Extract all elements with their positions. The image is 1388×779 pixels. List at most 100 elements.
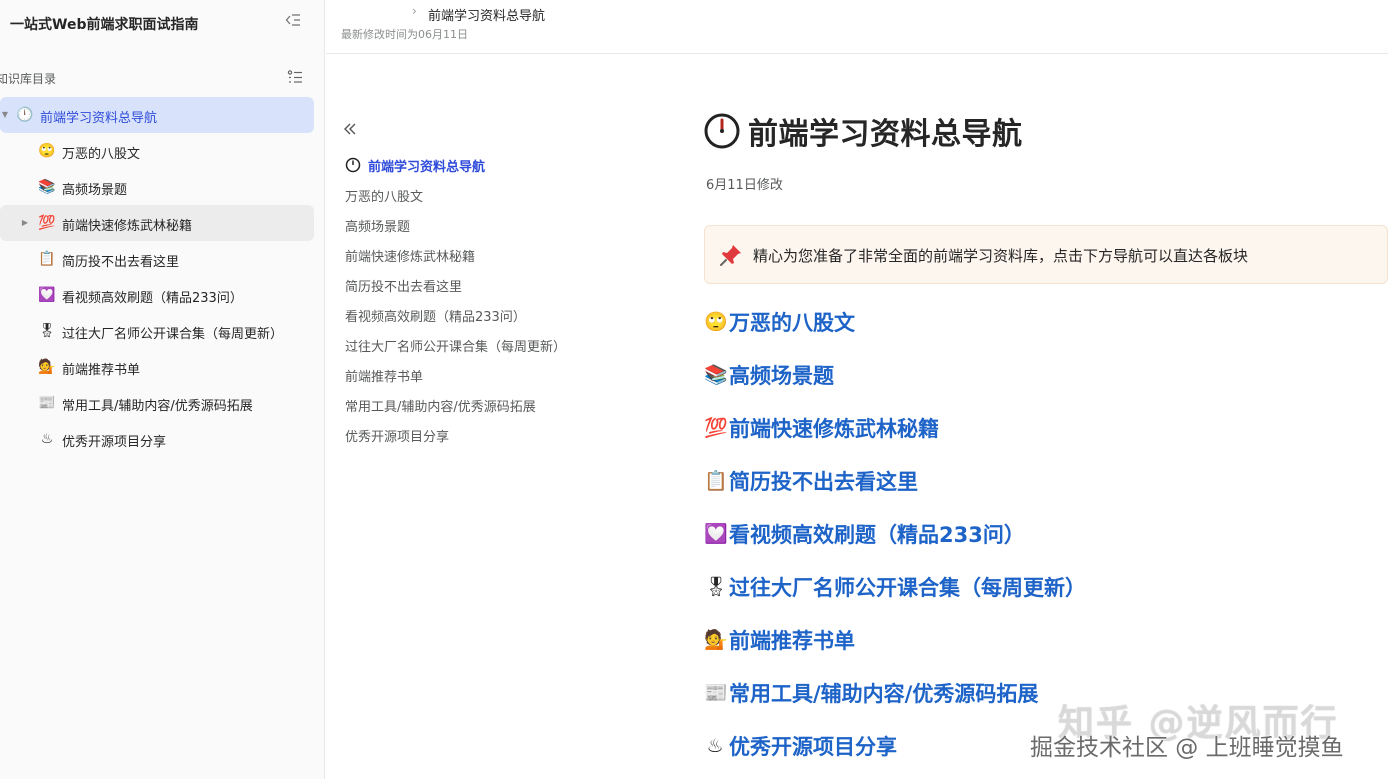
person-reading-icon: 💁	[38, 359, 56, 375]
section-link-label: 优秀开源项目分享	[729, 734, 897, 759]
caret-down-icon[interactable]: ▼	[0, 110, 10, 120]
section-link[interactable]: 📋 简历投不出去看这里	[704, 454, 1388, 507]
toc-item[interactable]: 万恶的八股文	[345, 180, 685, 210]
sidebar-item[interactable]: ▼ 🕛 前端学习资料总导航	[0, 97, 314, 133]
toc-item[interactable]: 看视频高效刷题（精品233问）	[345, 300, 685, 330]
sidebar-item-label: 高频场景题	[62, 183, 128, 198]
toc-item[interactable]: 优秀开源项目分享	[345, 420, 685, 450]
smirk-face-icon: 🙄	[704, 310, 728, 333]
section-link[interactable]: 📚 高频场景题	[704, 348, 1388, 401]
section-link[interactable]: 💁 前端推荐书单	[704, 613, 1388, 666]
sidebar-item[interactable]: 💟 看视频高效刷题（精品233问）	[0, 277, 314, 313]
clipboard-icon: 📋	[704, 469, 728, 492]
section-link[interactable]: 🎖 过往大厂名师公开课合集（每周更新）	[704, 560, 1388, 613]
catalog-label: 知识库目录	[0, 71, 57, 86]
newspaper-icon: 📰	[704, 681, 728, 704]
smirk-face-icon: 🙄	[38, 143, 56, 159]
clock-icon	[704, 113, 740, 149]
section-link[interactable]: 💯 前端快速修炼武林秘籍	[704, 401, 1388, 454]
collapse-sidebar-icon[interactable]	[283, 12, 303, 32]
sidebar-item-label: 前端学习资料总导航	[40, 111, 158, 126]
books-icon: 📚	[38, 179, 56, 195]
collapse-toc-icon[interactable]	[342, 120, 362, 140]
toc-item-label: 前端推荐书单	[345, 369, 424, 385]
sidebar-item[interactable]: 🙄 万恶的八股文	[0, 133, 314, 169]
clock-icon: 🕛	[16, 107, 34, 123]
sidebar-item[interactable]: 💁 前端推荐书单	[0, 349, 314, 385]
sidebar-item[interactable]: ♨ 优秀开源项目分享	[0, 421, 314, 457]
medal-icon: 🎖	[704, 575, 729, 598]
toc-item-label: 优秀开源项目分享	[345, 429, 450, 445]
toc-item[interactable]: 前端推荐书单	[345, 360, 685, 390]
toc-item[interactable]: 前端快速修炼武林秘籍	[345, 240, 685, 270]
toc-item-label: 高频场景题	[345, 219, 411, 235]
hot-springs-icon: ♨	[706, 734, 724, 757]
sidebar-item-label: 优秀开源项目分享	[62, 435, 167, 450]
section-link-label: 万恶的八股文	[729, 310, 855, 335]
toc-item-label: 万恶的八股文	[345, 189, 424, 205]
hot-springs-icon: ♨	[40, 431, 54, 447]
toc-item[interactable]: 过往大厂名师公开课合集（每周更新）	[345, 330, 685, 360]
toc-item[interactable]: 简历投不出去看这里	[345, 270, 685, 300]
books-icon: 📚	[704, 363, 728, 386]
section-link-label: 前端推荐书单	[729, 628, 855, 653]
sidebar-item-label: 简历投不出去看这里	[62, 255, 180, 270]
toc-item[interactable]: 常用工具/辅助内容/优秀源码拓展	[345, 390, 685, 420]
sidebar-item[interactable]: 🎖 过往大厂名师公开课合集（每周更新）	[0, 313, 314, 349]
clock-icon	[345, 157, 361, 173]
last-modified-text: 最新修改时间为06月11日	[341, 28, 468, 41]
document-title-text: 前端学习资料总导航	[748, 117, 1023, 152]
pushpin-icon	[720, 245, 741, 266]
doc-header: › 前端学习资料总导航 最新修改时间为06月11日	[326, 0, 1388, 54]
toc-item-label: 常用工具/辅助内容/优秀源码拓展	[345, 399, 536, 415]
section-link-label: 看视频高效刷题（精品233问）	[729, 522, 1025, 547]
clipboard-icon: 📋	[38, 251, 56, 267]
heart-box-icon: 💟	[38, 287, 56, 303]
sidebar-item-label: 常用工具/辅助内容/优秀源码拓展	[62, 399, 253, 414]
sidebar-item[interactable]: ▶ 💯 前端快速修炼武林秘籍	[0, 205, 314, 241]
app-window: 一站式Web前端求职面试指南 知识库目录 ▼ 🕛 前端学习资料总导航 🙄 万恶的八股文 📚…	[0, 0, 1388, 779]
callout-block: 精心为您准备了非常全面的前端学习资料库，点击下方导航可以直达各板块	[704, 225, 1388, 284]
section-link-label: 前端快速修炼武林秘籍	[729, 416, 939, 441]
knowledge-base-title[interactable]: 一站式Web前端求职面试指南	[10, 14, 198, 34]
sidebar: 一站式Web前端求职面试指南 知识库目录 ▼ 🕛 前端学习资料总导航 🙄 万恶的八股文 📚…	[0, 0, 325, 779]
toc-list: 前端学习资料总导航万恶的八股文 高频场景题前端快速修炼武林秘籍简历投不出去看这里看…	[345, 150, 685, 450]
toc-item-label: 前端学习资料总导航	[368, 159, 486, 175]
callout-text: 精心为您准备了非常全面的前端学习资料库，点击下方导航可以直达各板块	[753, 247, 1249, 265]
toc-item[interactable]: 前端学习资料总导航	[345, 150, 685, 180]
list-view-icon[interactable]	[287, 69, 305, 87]
person-reading-icon: 💁	[704, 628, 728, 651]
toc-item-label: 简历投不出去看这里	[345, 279, 463, 295]
section-link-label: 简历投不出去看这里	[729, 469, 918, 494]
newspaper-icon: 📰	[38, 395, 56, 411]
toc-item-label: 看视频高效刷题（精品233问）	[345, 309, 526, 325]
document-date: 6月11日修改	[706, 178, 783, 193]
hundred-points-icon: 💯	[704, 416, 728, 439]
section-link-label: 高频场景题	[729, 363, 834, 388]
sidebar-item-label: 过往大厂名师公开课合集（每周更新）	[62, 327, 284, 342]
medal-icon: 🎖	[38, 323, 56, 339]
juejin-watermark: 掘金技术社区 @ 上班睡觉摸鱼	[1030, 735, 1344, 761]
catalog-section-header: 知识库目录	[0, 66, 325, 90]
sidebar-item[interactable]: 📚 高频场景题	[0, 169, 314, 205]
sidebar-item-label: 前端推荐书单	[62, 363, 141, 378]
section-link[interactable]: 🙄 万恶的八股文	[704, 295, 1388, 348]
section-link[interactable]: 💟 看视频高效刷题（精品233问）	[704, 507, 1388, 560]
section-link-label: 常用工具/辅助内容/优秀源码拓展	[729, 681, 1039, 706]
sidebar-item[interactable]: 📰 常用工具/辅助内容/优秀源码拓展	[0, 385, 314, 421]
sidebar-item-label: 前端快速修炼武林秘籍	[62, 219, 193, 234]
sidebar-item-label: 万恶的八股文	[62, 147, 141, 162]
sidebar-item-label: 看视频高效刷题（精品233问）	[62, 291, 243, 306]
sidebar-item[interactable]: 📋 简历投不出去看这里	[0, 241, 314, 277]
toc-item-label: 过往大厂名师公开课合集（每周更新）	[345, 339, 567, 355]
toc-item[interactable]: 高频场景题	[345, 210, 685, 240]
sidebar-header: 一站式Web前端求职面试指南	[0, 0, 325, 48]
breadcrumb-current[interactable]: 前端学习资料总导航	[428, 5, 545, 24]
heart-box-icon: 💟	[704, 522, 728, 545]
section-link-label: 过往大厂名师公开课合集（每周更新）	[729, 575, 1086, 600]
sidebar-tree: ▼ 🕛 前端学习资料总导航 🙄 万恶的八股文 📚 高频场景题 ▶ 💯 前端快速修炼武林秘籍 📋 简历投…	[0, 97, 325, 457]
caret-right-icon[interactable]: ▶	[20, 218, 30, 228]
document-title: 前端学习资料总导航	[704, 110, 1023, 152]
hundred-points-icon: 💯	[38, 215, 56, 231]
breadcrumb-chevron-icon: ›	[412, 4, 417, 18]
